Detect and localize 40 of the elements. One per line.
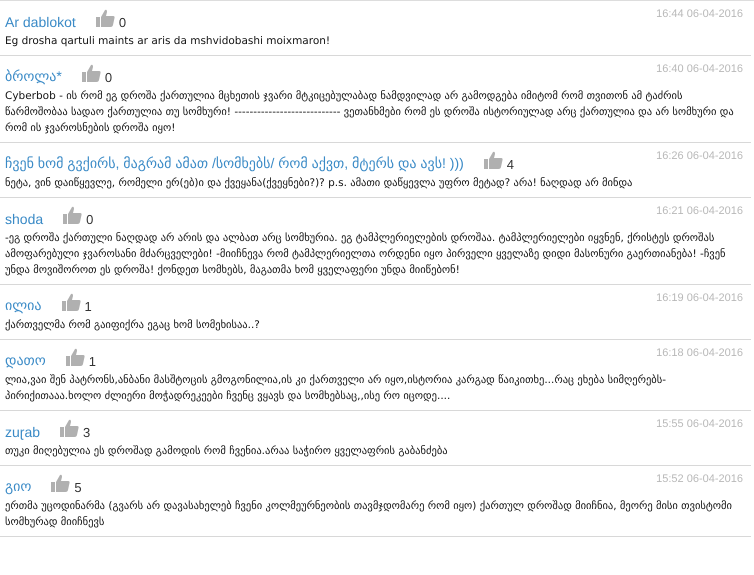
comment-text: Eg drosha qartuli maints ar aris da mshvidobashi moixmaron! xyxy=(5,34,332,49)
comment-time: 15:52 06-04-2016 xyxy=(656,473,743,485)
thumbs-up-icon[interactable] xyxy=(66,348,85,366)
author-link[interactable]: zuɽab xyxy=(5,424,40,440)
like-count: 0 xyxy=(118,15,126,30)
author-link[interactable]: ბროლა* xyxy=(5,68,62,85)
like-count: 0 xyxy=(104,70,112,85)
author-link[interactable]: დათო xyxy=(5,352,46,369)
like-count: 3 xyxy=(83,425,90,440)
comment-time: 16:19 06-04-2016 xyxy=(656,292,743,304)
comment-time: 16:40 06-04-2016 xyxy=(656,63,743,75)
comment-text: ნეტა, ვინ დაიწყევლე, რომელი ერ(ებ)ი და ქვეყანა(ქვეყნები?)? p.s. ამათი დაწყევლა უფრო მეტად? არა! ნაღდად არ მინდა xyxy=(5,176,634,191)
like-count: 5 xyxy=(74,480,82,495)
comment-text: ქართველმა რომ გაიფიქრა ეგაც ხომ სომეხისაა..? xyxy=(5,318,261,333)
thumbs-up-icon[interactable] xyxy=(62,293,81,311)
comment-text: -ეგ დროშა ქართული ნაღდად არ არის და ალბათ არც სომხურია. ეგ ტამპლერიელების დროშაა. ტამპლერიელები იყვნენ, ქრისტეს დროშას ამოფარებული ჯვაროსანი მძარცველები! -მიიჩნევა რომ ტამპლერიელთა ორდენი იყო პირველი ყველაზე დიდი მასონური გაერთიანება! -ჩვენ უნდა მოვიშოროთ ეს დროშა! ქონდეთ სომხებს, მაგათმა ხომ ყველაფერი უნდა მიიწებონ! xyxy=(5,231,727,278)
author-link[interactable]: shoda xyxy=(5,211,44,227)
comment-text: თუკი მიღებულია ეს დროშად გამოდის რომ ჩვენია.არაა საჭირო ყველაფრის გაბანძება xyxy=(5,444,449,459)
author-link[interactable]: ჩვენ ხომ გვქირს, მაგრამ ამათ /სომხებს/ რომ აქვთ, მტერს და ავს! ))) xyxy=(5,155,464,172)
thumbs-up-icon[interactable] xyxy=(96,9,115,27)
like-count: 0 xyxy=(86,212,94,227)
comment-text: Cyberbob - ის რომ ეგ დროშა ქართულია მცხეთის ჯვარი მტკიცებულაბად ნამდვილად არ გამოდგება იმიტომ რომ თვითონ ამ ტაძრის წარმოშობაა სადაო ქართულია თუ სომხური! ---------------------------- ვეთანხმები რომ ეს დროშა ისტორიულად არც ქართულია და არ სომხური და რომ ის ჯვაროსნების დროშა იყო! xyxy=(5,89,735,136)
comment-time: 16:21 06-04-2016 xyxy=(656,205,743,217)
like-count: 1 xyxy=(88,354,96,369)
author-link[interactable]: გიო xyxy=(5,478,32,495)
thumbs-up-icon[interactable] xyxy=(82,64,101,82)
like-count: 4 xyxy=(506,157,514,172)
thumbs-up-icon[interactable] xyxy=(63,206,82,224)
like-count: 1 xyxy=(84,299,92,314)
comment-time: 16:44 06-04-2016 xyxy=(656,8,743,20)
comment-time: 15:55 06-04-2016 xyxy=(656,418,743,430)
author-link[interactable]: Ar dablokot xyxy=(5,14,76,30)
thumbs-up-icon[interactable] xyxy=(484,151,503,169)
thumbs-up-icon[interactable] xyxy=(51,474,70,492)
comment-text: ლია,ვაი შენ პატრონს,ანბანი მასშტოცის გმოგონილია,ის კი ქართველი არ იყო,ისტორია კარგად წაიკითხე...რაც ეხება სიმღერებს-პირიქითააა.ხოლო ძლიერი მოჭადრეკეები ჩვენც ვყავს და სომხებსაც,,ისე რო იცოდე.... xyxy=(5,373,668,404)
comment-text: ერთმა უცოდინარმა (გვარს არ დავასახელებ ჩვენი კოლმეურნეობის თავმჯდომარე რომ იყო) ქართულ დროშად მიიჩნია, მეორე მისი თვისტომი სომხურად მიიჩნევს xyxy=(5,499,733,530)
comment-time: 16:26 06-04-2016 xyxy=(656,150,743,162)
comment-time: 16:18 06-04-2016 xyxy=(656,347,743,359)
author-link[interactable]: ილია xyxy=(5,297,42,314)
thumbs-up-icon[interactable] xyxy=(60,419,80,437)
